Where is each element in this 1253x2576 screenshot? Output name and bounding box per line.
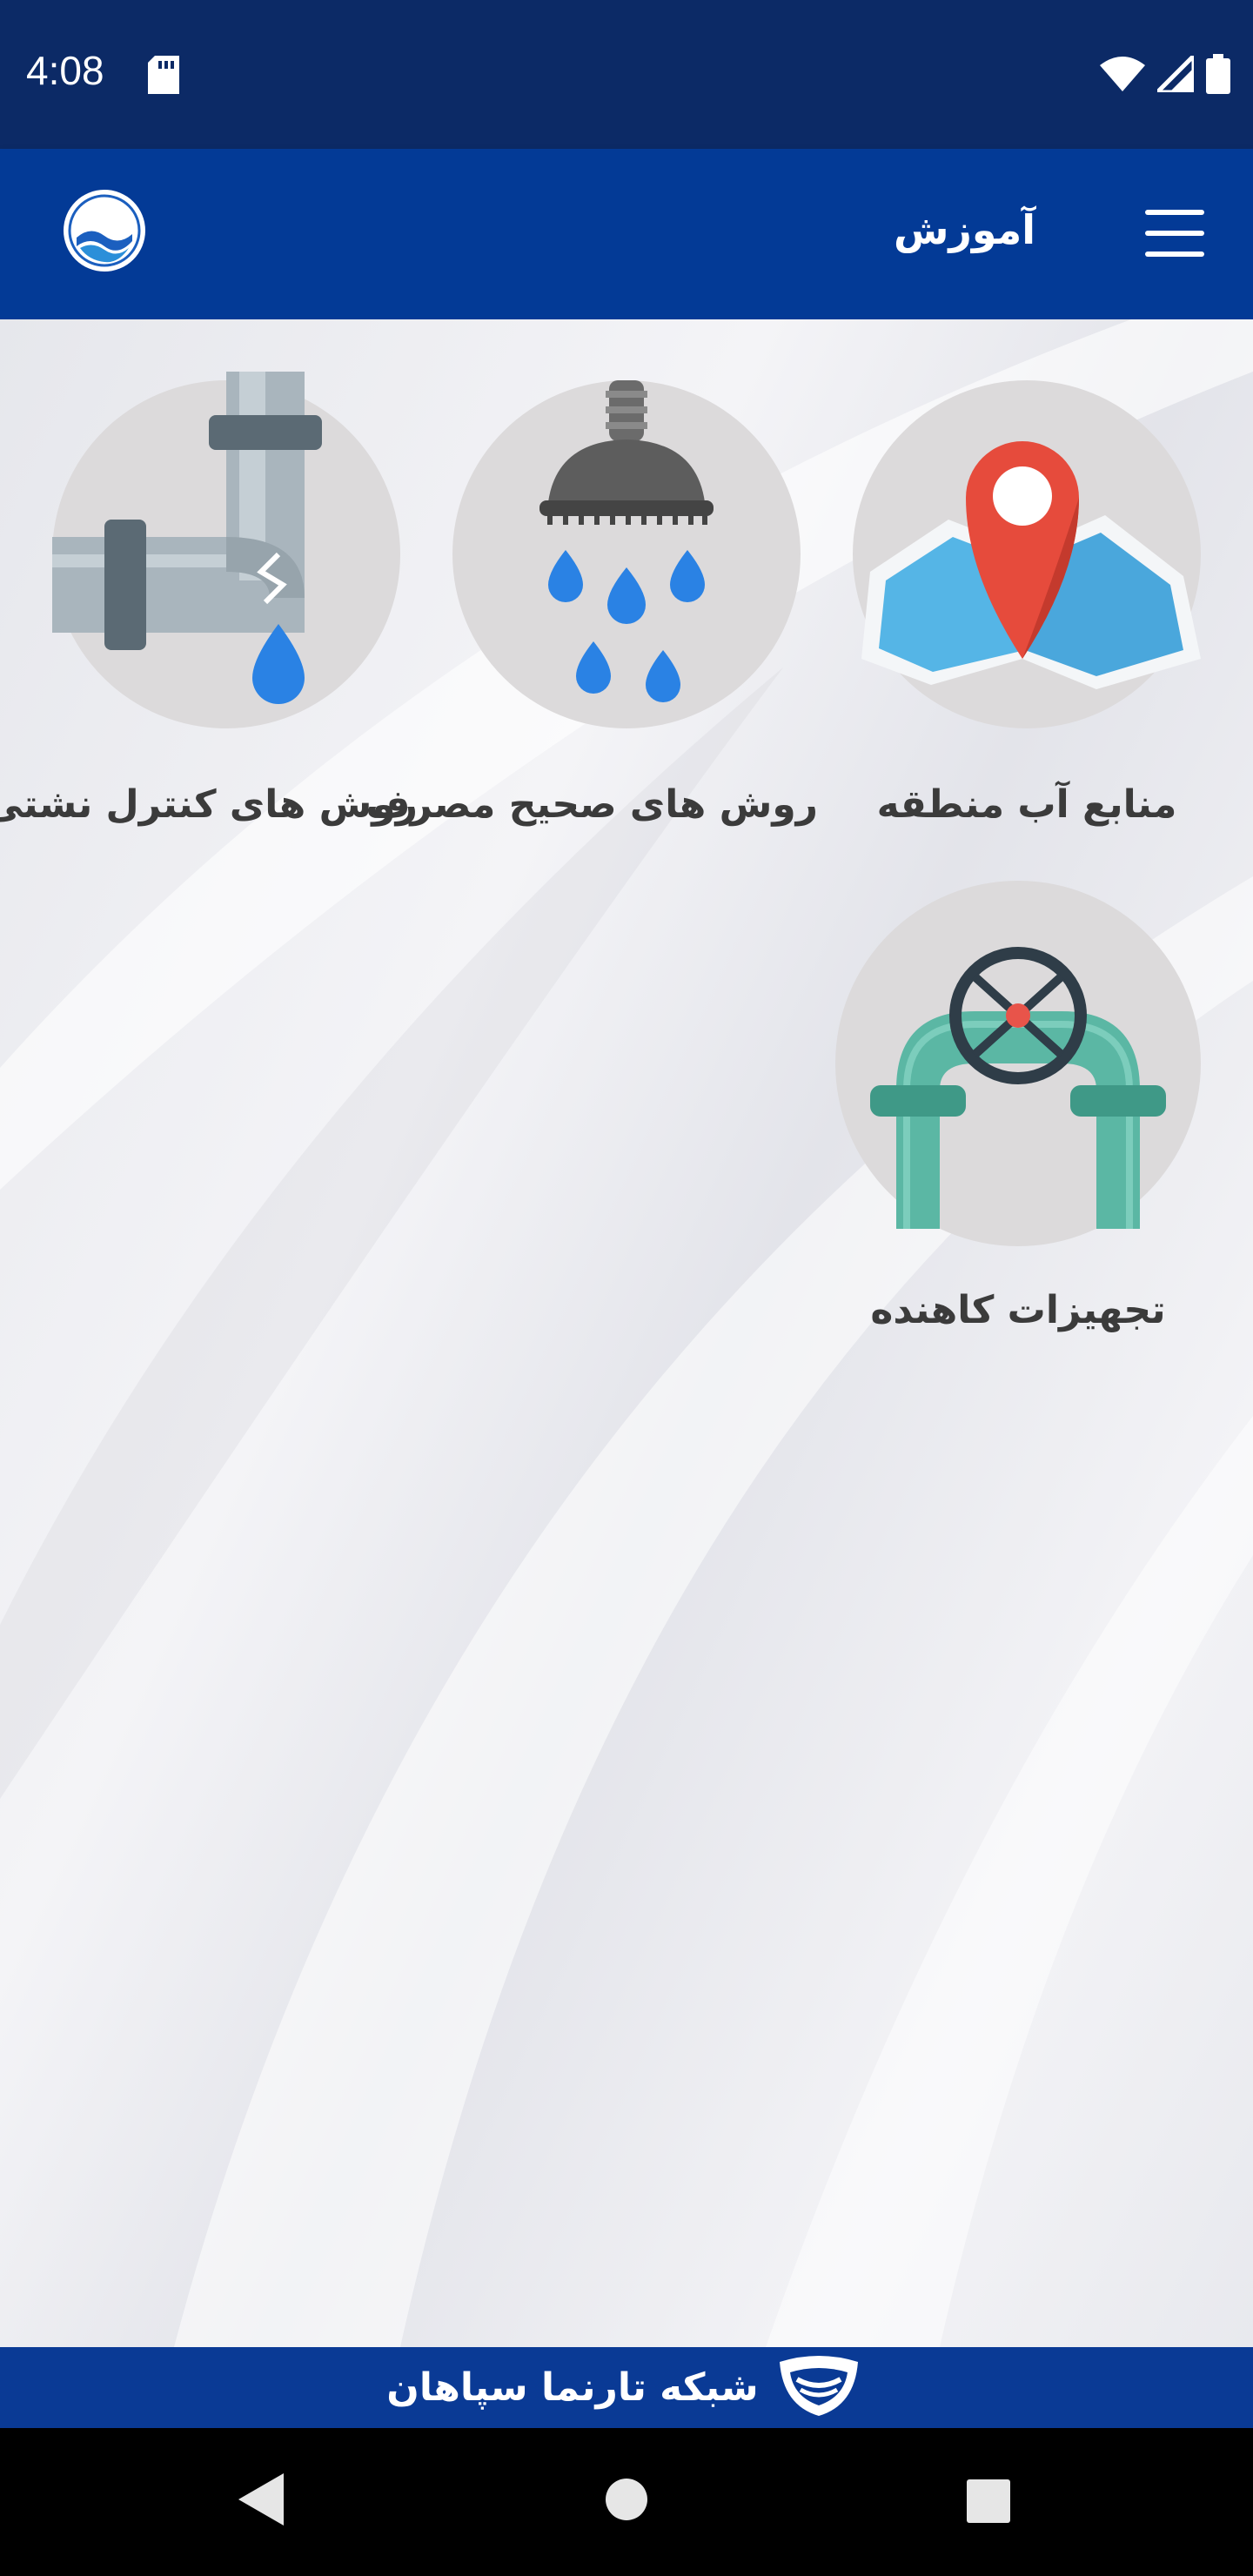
tile-correct-consumption-methods[interactable]: روش های صحیح مصرف [365, 380, 818, 827]
status-bar: 4:08 [0, 0, 1253, 149]
water-company-logo[interactable] [61, 187, 148, 274]
tile-label: منابع آب منطقه [876, 782, 1177, 827]
system-nav-bar [0, 2428, 1253, 2576]
page-title: آموزش [893, 206, 1035, 253]
leaking-pipe-icon [52, 372, 400, 728]
signal-icon [1151, 50, 1196, 96]
tile-label: روش های کنترل نشتی [0, 782, 418, 827]
status-time: 4:08 [26, 48, 104, 93]
valve-pipe-icon [835, 881, 1201, 1246]
home-icon[interactable] [604, 2477, 649, 2526]
content-area: منابع آب منطقه روش های صحیح مصرف روش های… [0, 319, 1253, 2347]
hamburger-menu-icon[interactable] [1140, 203, 1209, 264]
app-bar: آموزش [0, 149, 1253, 319]
sepahan-logo-icon [771, 2353, 867, 2423]
tile-label: تجهیزات کاهنده [870, 1288, 1166, 1332]
tile-leak-control-methods[interactable]: روش های کنترل نشتی [0, 372, 418, 827]
map-pin-icon [853, 380, 1201, 728]
sd-card-icon [148, 56, 179, 97]
status-icons [1100, 50, 1230, 97]
back-icon[interactable] [237, 2472, 285, 2531]
battery-icon [1206, 54, 1230, 97]
shower-head-icon [452, 380, 801, 728]
tile-label: روش های صحیح مصرف [365, 782, 818, 827]
recents-icon[interactable] [966, 2479, 1011, 2527]
tile-reducing-equipment[interactable]: تجهیزات کاهنده [827, 881, 1209, 1332]
footer-text: شبکه تارنما سپاهان [386, 2365, 759, 2410]
tile-regional-water-resources[interactable]: منابع آب منطقه [835, 380, 1218, 827]
footer-bar[interactable]: شبکه تارنما سپاهان [0, 2347, 1253, 2428]
wifi-icon [1100, 57, 1145, 95]
